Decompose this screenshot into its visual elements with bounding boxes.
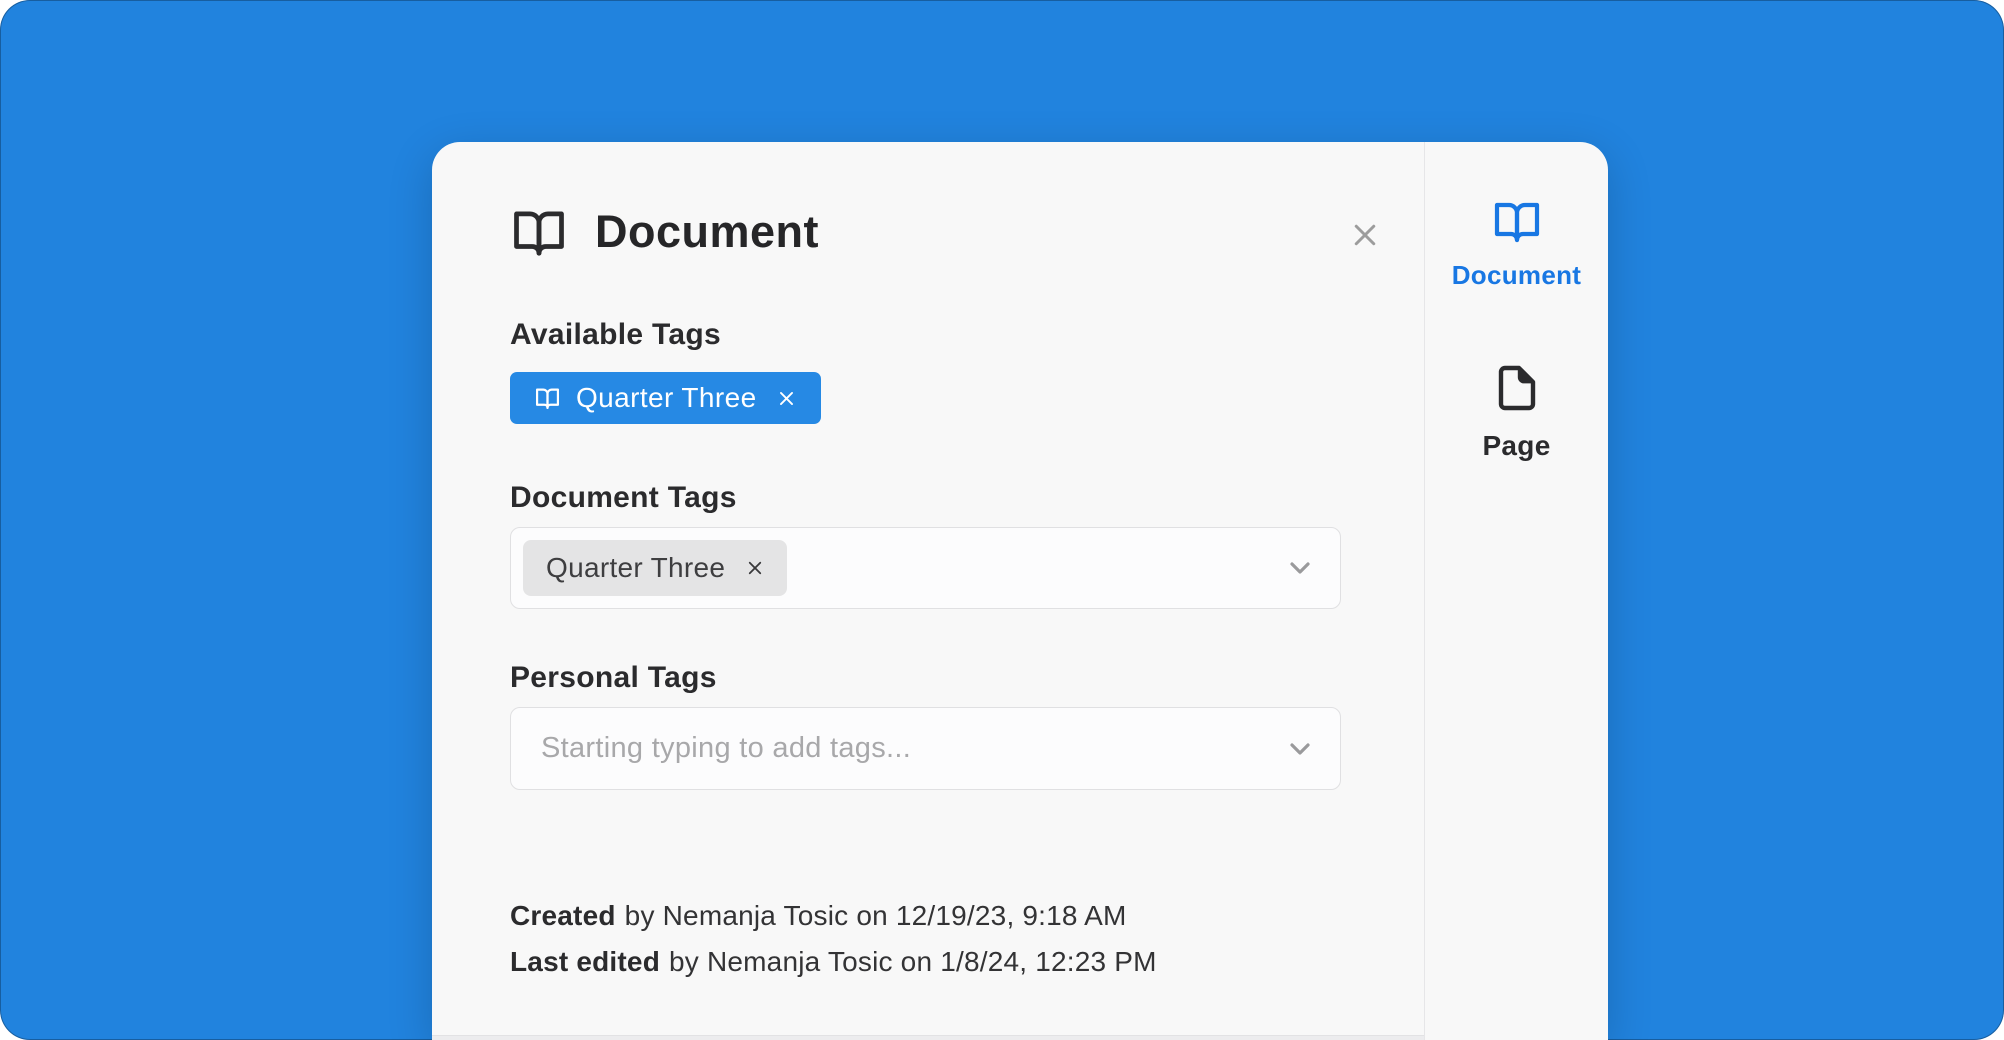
book-open-icon (1487, 198, 1547, 246)
tag-label: Quarter Three (576, 382, 757, 414)
document-tags-label: Document Tags (510, 481, 737, 515)
selected-tag-quarter-three[interactable]: Quarter Three (523, 540, 787, 596)
close-icon[interactable] (1344, 214, 1386, 256)
tab-page[interactable]: Page (1425, 360, 1608, 462)
tab-document[interactable]: Document (1425, 198, 1608, 291)
footer-strip (432, 1036, 1424, 1040)
tab-label: Page (1425, 430, 1608, 462)
created-text: by Nemanja Tosic on 12/19/23, 9:18 AM (625, 900, 1127, 931)
remove-tag-icon[interactable] (746, 559, 764, 577)
last-edited-meta: Last edited by Nemanja Tosic on 1/8/24, 1… (510, 945, 1157, 979)
personal-tags-label: Personal Tags (510, 661, 717, 695)
available-tags-label: Available Tags (510, 318, 721, 352)
created-meta: Created by Nemanja Tosic on 12/19/23, 9:1… (510, 899, 1127, 933)
last-edited-label: Last edited (510, 946, 660, 977)
dialog-sidebar: Document Page (1424, 142, 1608, 1040)
screenshot: Document Available Tags Quarter Three Do… (0, 0, 2004, 1040)
personal-tags-input[interactable] (511, 708, 1340, 789)
chevron-down-icon[interactable] (1284, 733, 1316, 765)
book-open-icon (535, 386, 560, 411)
dialog-main-panel: Document Available Tags Quarter Three Do… (432, 142, 1424, 1040)
file-icon (1493, 360, 1541, 416)
created-label: Created (510, 900, 616, 931)
document-tags-dialog: Document Available Tags Quarter Three Do… (432, 142, 1608, 1040)
tag-label: Quarter Three (546, 552, 725, 584)
available-tag-quarter-three[interactable]: Quarter Three (510, 372, 821, 424)
app-background: Document Available Tags Quarter Three Do… (0, 0, 2004, 1040)
personal-tags-select[interactable] (510, 707, 1341, 790)
book-open-icon (508, 206, 570, 260)
document-tags-select[interactable]: Quarter Three (510, 527, 1341, 609)
last-edited-text: by Nemanja Tosic on 1/8/24, 12:23 PM (669, 946, 1157, 977)
tab-label: Document (1425, 260, 1608, 291)
remove-tag-icon[interactable] (777, 389, 796, 408)
chevron-down-icon[interactable] (1284, 552, 1316, 584)
dialog-title: Document (595, 204, 819, 260)
